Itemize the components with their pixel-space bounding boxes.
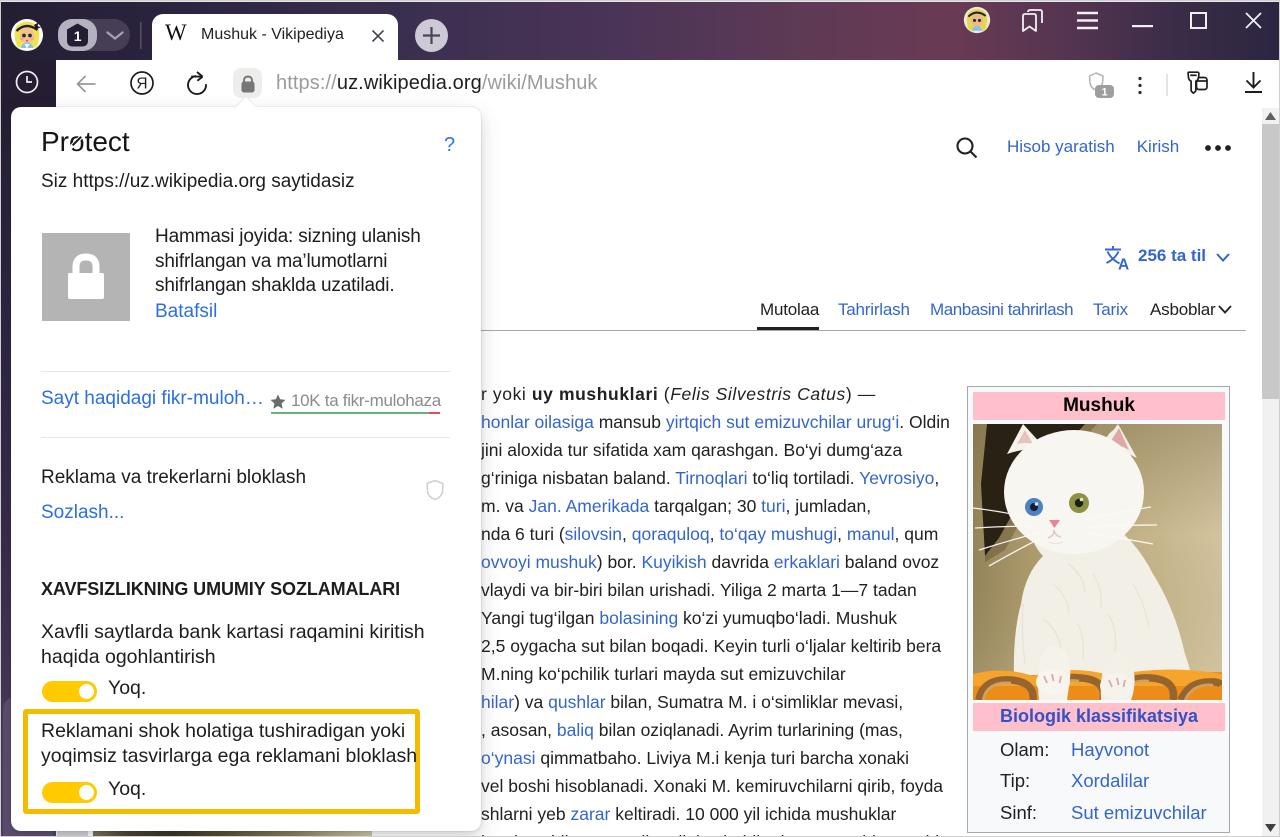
- svg-text:1: 1: [1101, 87, 1107, 99]
- svg-text:1: 1: [74, 28, 82, 44]
- svg-text:Я: Я: [136, 76, 147, 93]
- svg-text:A: A: [1118, 257, 1129, 272]
